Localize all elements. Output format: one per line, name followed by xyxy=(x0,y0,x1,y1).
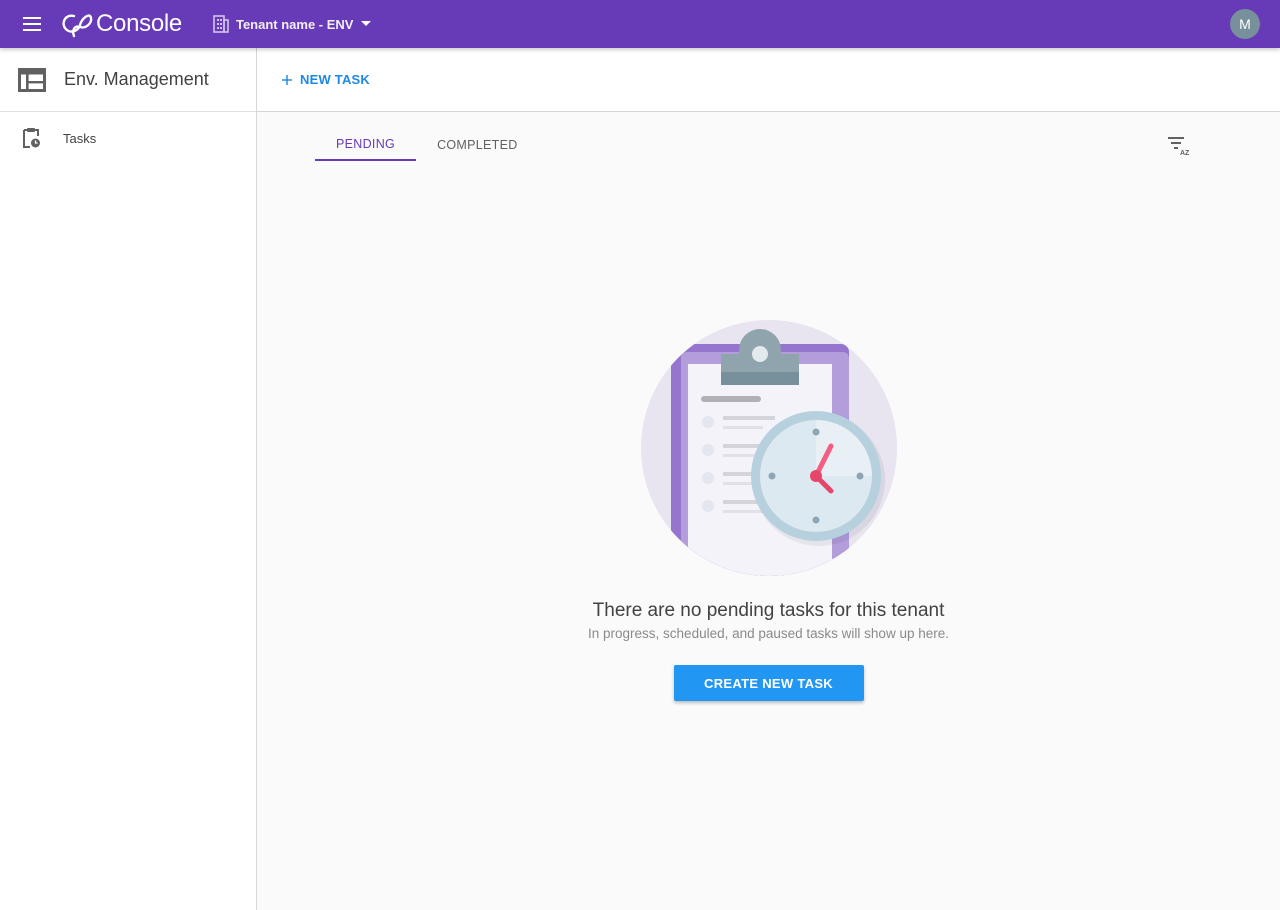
top-app-bar: Console Tenant name - ENV M xyxy=(0,0,1280,48)
caret-down-icon xyxy=(361,21,372,26)
task-tabs: PENDING COMPLETED xyxy=(315,128,539,161)
sidebar-item-tasks[interactable]: Tasks xyxy=(0,112,256,164)
plus-icon xyxy=(282,74,293,85)
dashboard-layout-icon xyxy=(18,67,46,92)
svg-text:AZ: AZ xyxy=(1180,150,1190,157)
main-content: NEW TASK PENDING COMPLETED AZ There are … xyxy=(257,48,1280,910)
app-logo[interactable]: Console xyxy=(60,0,182,48)
tenant-selector[interactable]: Tenant name - ENV xyxy=(212,8,372,40)
user-avatar[interactable]: M xyxy=(1230,9,1260,39)
tab-completed[interactable]: COMPLETED xyxy=(416,128,539,161)
action-bar: NEW TASK xyxy=(257,48,1280,112)
logo-mark-icon xyxy=(62,14,93,38)
clipboard-clock-icon xyxy=(23,128,40,148)
app-name: Console xyxy=(96,10,182,37)
empty-state-title: There are no pending tasks for this tena… xyxy=(592,600,945,621)
sidebar-title: Env. Management xyxy=(64,69,209,89)
new-task-button[interactable]: NEW TASK xyxy=(282,62,370,98)
create-new-task-button[interactable]: CREATE NEW TASK xyxy=(673,665,864,701)
hamburger-menu-icon[interactable] xyxy=(20,12,44,36)
tenant-name: Tenant name - ENV xyxy=(235,16,354,32)
clipboard-clock-illustration xyxy=(640,320,897,576)
empty-state: There are no pending tasks for this tena… xyxy=(257,320,1280,701)
sidebar-item-label: Tasks xyxy=(63,130,97,146)
tab-pending[interactable]: PENDING xyxy=(315,128,417,161)
sort-az-icon[interactable]: AZ xyxy=(1165,132,1193,158)
building-icon xyxy=(213,15,229,33)
new-task-label: NEW TASK xyxy=(300,72,370,87)
empty-state-subtitle: In progress, scheduled, and paused tasks… xyxy=(588,626,949,641)
sidebar-header: Env. Management xyxy=(0,48,256,112)
sidebar: Env. Management Tasks xyxy=(0,48,257,910)
